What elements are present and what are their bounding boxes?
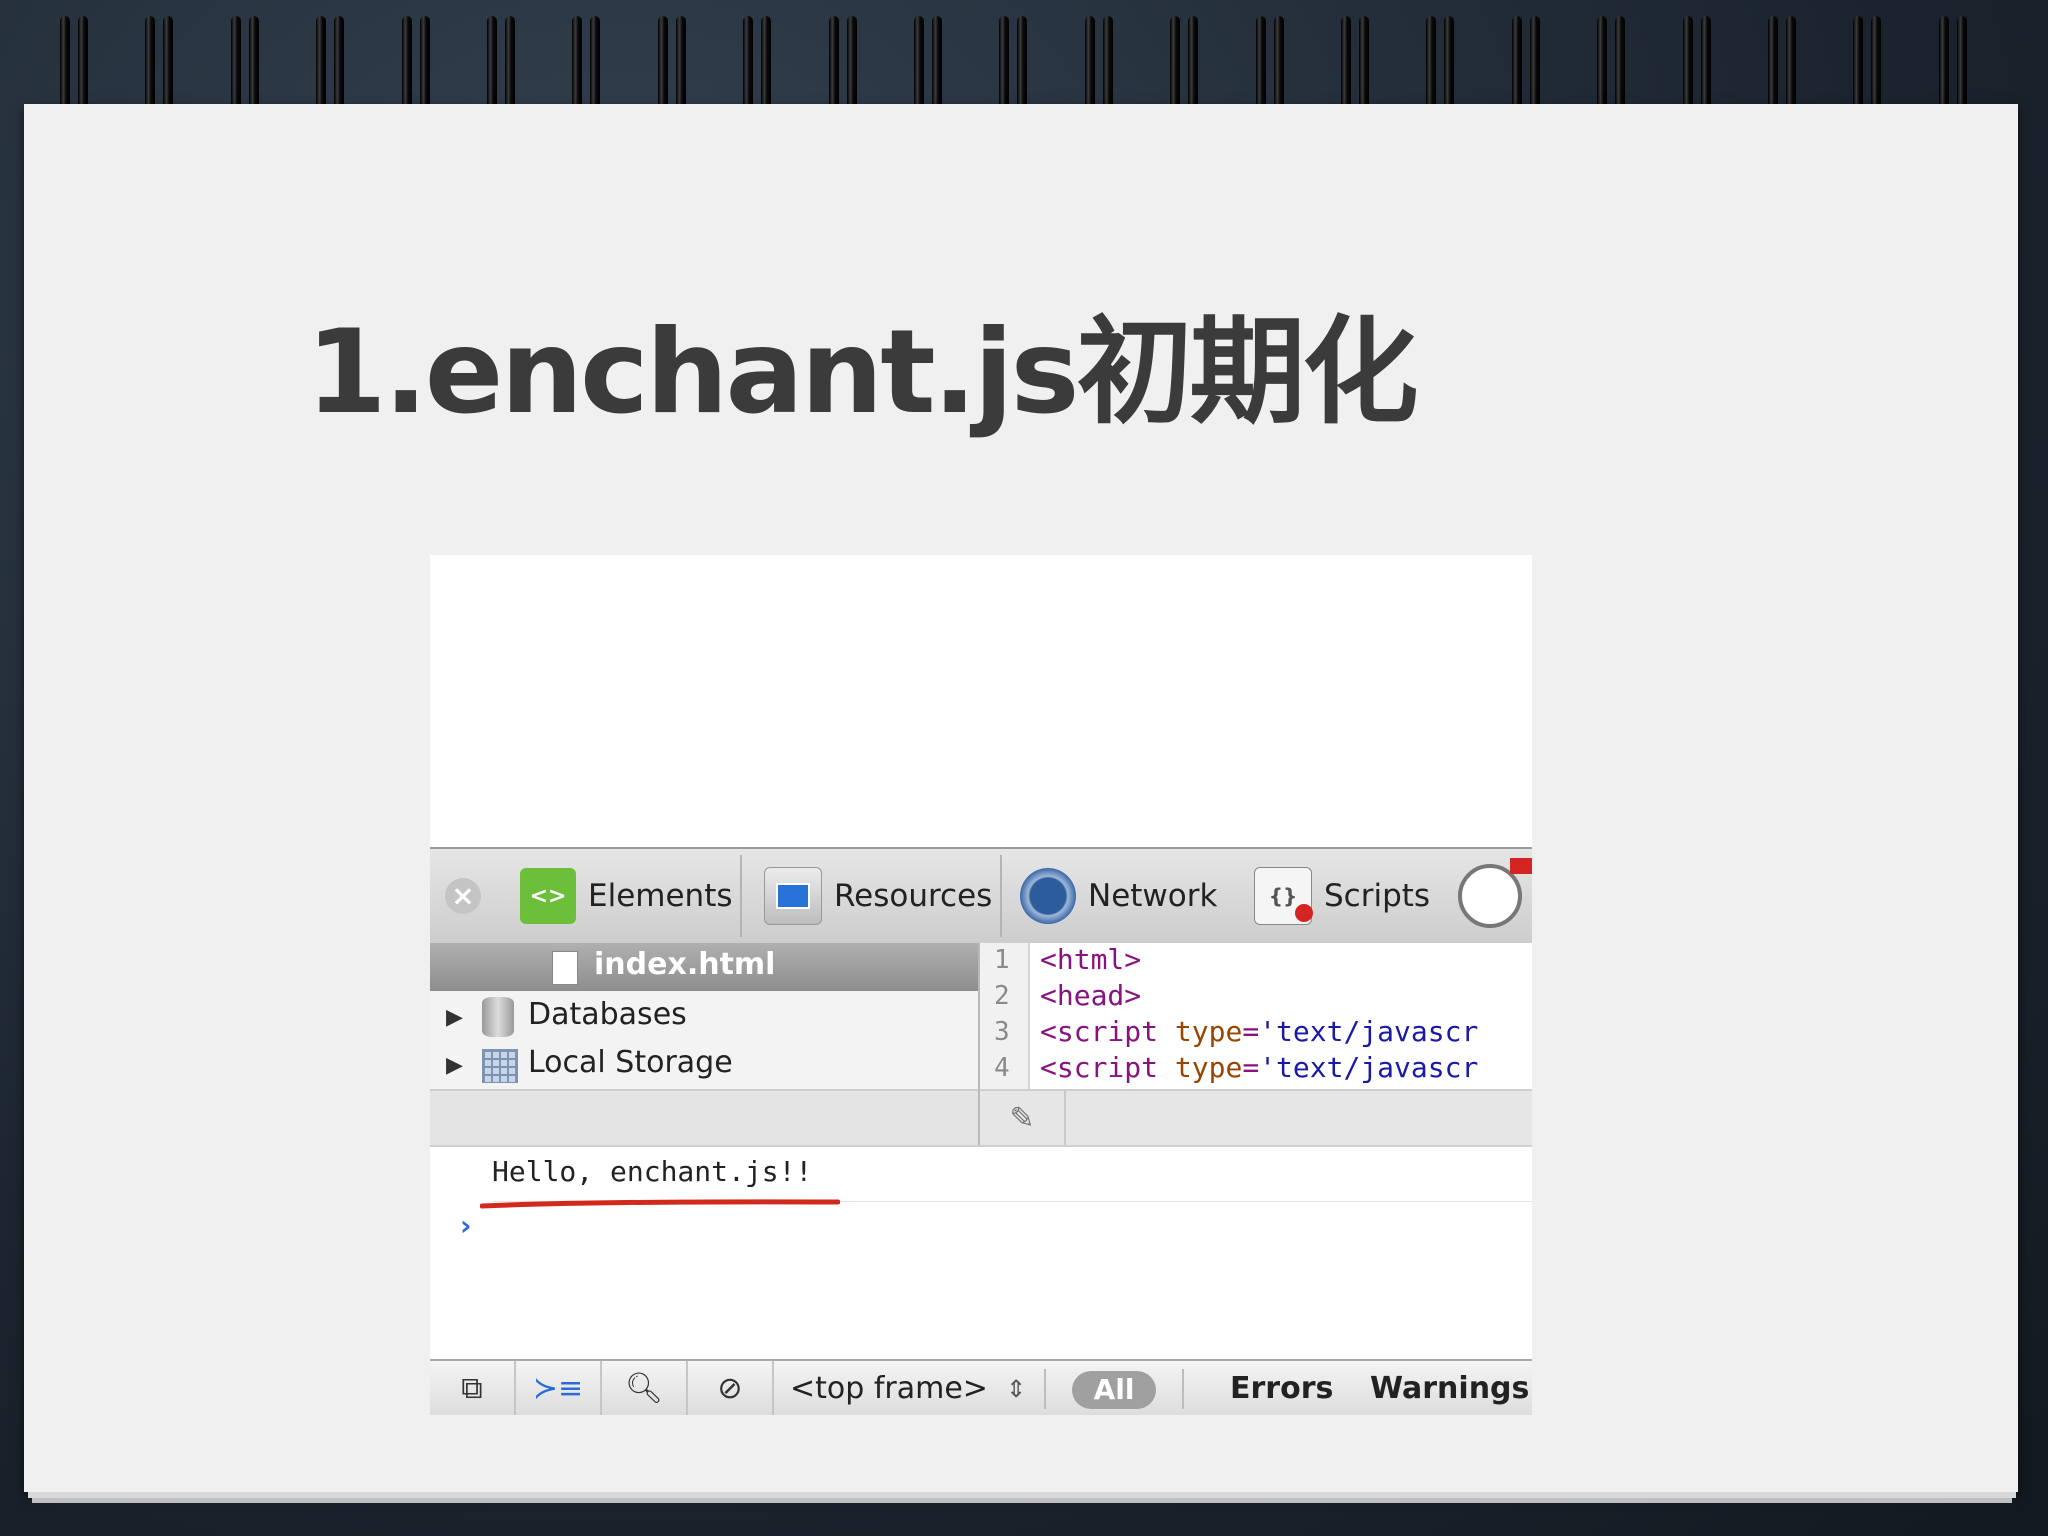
code-line: <script type='text/javascr bbox=[1040, 1015, 1479, 1048]
devtools-screenshot: × <> Elements Resources Network {} Scrip… bbox=[430, 555, 1532, 1415]
source-footer: ✎ bbox=[980, 1089, 1532, 1145]
database-icon bbox=[482, 997, 514, 1037]
tab-divider bbox=[740, 855, 742, 937]
frame-select[interactable]: <top frame> bbox=[790, 1361, 988, 1415]
line-number: 1 bbox=[994, 945, 1010, 975]
filter-warnings-button[interactable]: Warnings bbox=[1370, 1361, 1529, 1415]
console-toggle-icon[interactable]: ≻≡ bbox=[516, 1361, 602, 1415]
scripts-icon: {} bbox=[1254, 867, 1313, 925]
tab-label: Network bbox=[1088, 878, 1218, 914]
statusbar-divider bbox=[1044, 1369, 1046, 1409]
tree-item-label: Local Storage bbox=[528, 1045, 733, 1080]
tree-item-local-storage[interactable]: ▶ Local Storage bbox=[430, 1041, 978, 1089]
tab-resources[interactable]: Resources bbox=[764, 849, 992, 943]
search-icon[interactable]: 🔍︎ bbox=[602, 1361, 688, 1415]
stopwatch-icon bbox=[1458, 858, 1532, 928]
network-icon bbox=[1020, 868, 1076, 924]
tab-network[interactable]: Network bbox=[1020, 849, 1217, 943]
line-number: 4 bbox=[994, 1053, 1010, 1083]
code-line: <script type='text/javascr bbox=[1040, 1051, 1479, 1084]
slide-title: 1.enchant.js初期化 bbox=[306, 305, 1419, 440]
console-message: Hello, enchant.js!! bbox=[492, 1155, 813, 1188]
select-arrows-icon[interactable]: ⇕ bbox=[1006, 1361, 1026, 1415]
code-line: <html> bbox=[1040, 943, 1142, 976]
devtools-statusbar: ⧉ ≻≡ 🔍︎ ⊘ <top frame> ⇕ All Errors Warni… bbox=[430, 1359, 1532, 1415]
code-line: <head> bbox=[1040, 979, 1142, 1012]
console-panel: Hello, enchant.js!! › bbox=[430, 1145, 1532, 1347]
resources-icon bbox=[764, 867, 822, 925]
disclosure-triangle-icon[interactable]: ▶ bbox=[446, 1053, 463, 1078]
line-number: 3 bbox=[994, 1017, 1010, 1047]
filter-errors-button[interactable]: Errors bbox=[1230, 1361, 1333, 1415]
tab-label: Elements bbox=[588, 878, 733, 914]
tree-item-label: Databases bbox=[528, 997, 687, 1032]
tab-divider bbox=[1000, 855, 1002, 937]
pencil-icon[interactable]: ✎ bbox=[980, 1091, 1066, 1145]
tree-footer bbox=[430, 1089, 978, 1147]
tab-elements[interactable]: <> Elements bbox=[520, 849, 733, 943]
disclosure-triangle-icon[interactable]: ▶ bbox=[446, 1005, 463, 1030]
tab-timeline[interactable] bbox=[1458, 849, 1532, 943]
tab-label: Resources bbox=[834, 878, 993, 914]
line-gutter: 1 2 3 4 bbox=[980, 943, 1030, 1089]
tree-item-label: index.html bbox=[594, 947, 776, 982]
resources-tree: index.html ▶ Databases ▶ Local Storage bbox=[430, 943, 980, 1147]
elements-icon: <> bbox=[520, 868, 576, 924]
tab-scripts[interactable]: {} Scripts bbox=[1254, 849, 1430, 943]
line-number: 2 bbox=[994, 981, 1010, 1011]
source-view: 1 2 3 4 <html> <head> <script type='text… bbox=[980, 943, 1532, 1145]
tab-label: Scripts bbox=[1324, 878, 1431, 914]
clear-console-icon[interactable]: ⊘ bbox=[688, 1361, 774, 1415]
paper-edge bbox=[32, 1498, 2012, 1503]
tree-item-selected[interactable]: index.html bbox=[430, 943, 978, 991]
dock-icon[interactable]: ⧉ bbox=[430, 1361, 516, 1415]
grid-icon bbox=[482, 1049, 518, 1083]
red-underline-annotation bbox=[480, 1199, 840, 1209]
statusbar-divider bbox=[1182, 1369, 1184, 1409]
close-icon[interactable]: × bbox=[445, 878, 481, 914]
filter-all-button[interactable]: All bbox=[1072, 1371, 1156, 1409]
file-icon bbox=[552, 951, 578, 985]
tree-item-databases[interactable]: ▶ Databases bbox=[430, 993, 978, 1041]
console-prompt-icon[interactable]: › bbox=[460, 1209, 472, 1242]
devtools-toolbar: × <> Elements Resources Network {} Scrip… bbox=[430, 847, 1532, 945]
